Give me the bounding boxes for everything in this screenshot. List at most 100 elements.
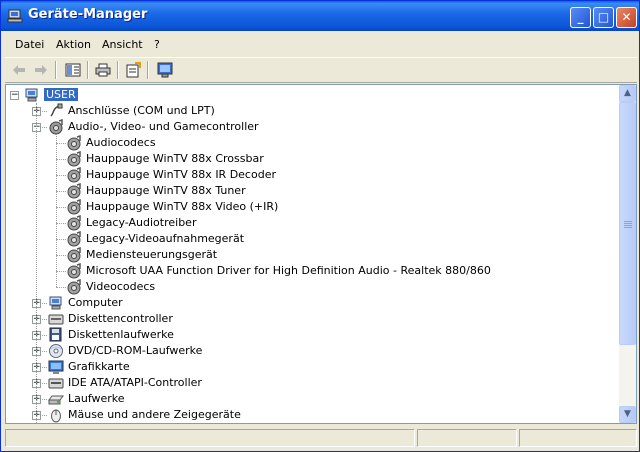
scroll-grip	[624, 221, 632, 222]
show-hide-tree-button[interactable]	[63, 61, 83, 79]
sound-device-icon	[67, 167, 81, 183]
tree-item-label: Laufwerke	[68, 392, 125, 405]
tree-item-label: Hauppauge WinTV 88x Video (+IR)	[86, 200, 279, 213]
computer-icon	[49, 296, 62, 310]
sound-device-icon	[67, 199, 81, 215]
menu-datei[interactable]: Datei	[15, 38, 44, 51]
tree-connector-horizontal	[56, 223, 66, 224]
scan-hardware-icon	[157, 62, 173, 78]
show-hide-console-tree-icon	[65, 63, 81, 77]
minimize-icon: _	[577, 10, 584, 24]
sound-device-icon	[67, 215, 81, 231]
tree-item-label: Grafikkarte	[68, 360, 130, 373]
print-button[interactable]	[93, 61, 113, 79]
close-icon: ✕	[621, 10, 632, 24]
sound-device-icon	[67, 135, 81, 151]
tree-connector-horizontal	[56, 271, 66, 272]
port-icon	[50, 103, 63, 117]
scroll-grip	[624, 227, 632, 228]
tree-item-label: Videocodecs	[86, 280, 156, 293]
scroll-up-arrow-icon: ▲	[624, 88, 631, 98]
menu-help[interactable]: ?	[154, 38, 160, 51]
toolbar	[5, 57, 637, 83]
tree-item-label: Audiocodecs	[86, 136, 156, 149]
computer-icon	[25, 88, 38, 102]
scan-hardware-button[interactable]	[155, 61, 175, 79]
tree-connector-vertical	[56, 131, 57, 287]
toolbar-separator	[147, 61, 149, 79]
toolbar-separator	[55, 61, 57, 79]
tree-item-label: Legacy-Videoaufnahmegerät	[86, 232, 245, 245]
properties-icon	[126, 62, 141, 78]
sound-device-icon	[67, 183, 81, 199]
status-bar	[5, 427, 637, 449]
floppy-controller-icon	[48, 314, 64, 325]
tree-item-label: Audio-, Video- und Gamecontroller	[68, 120, 259, 133]
forward-button[interactable]	[31, 61, 51, 79]
scroll-up-button[interactable]: ▲	[619, 85, 636, 102]
menu-ansicht[interactable]: Ansicht	[102, 38, 143, 51]
scroll-grip	[624, 223, 632, 224]
toolbar-separator	[117, 61, 119, 79]
tree-connector-horizontal	[56, 287, 66, 288]
tree-connector-horizontal	[56, 175, 66, 176]
forward-arrow-icon	[35, 65, 47, 75]
window-title: Geräte-Manager	[28, 7, 148, 22]
toolbar-separator	[87, 61, 89, 79]
back-button[interactable]	[9, 61, 29, 79]
tree-item-label: Computer	[68, 296, 123, 309]
title-bar[interactable]: Geräte-Manager _ □ ✕	[1, 1, 639, 31]
vertical-scrollbar[interactable]: ▲ ▼	[619, 85, 636, 423]
menu-bar: Datei Aktion Ansicht ?	[5, 34, 637, 56]
close-button[interactable]: ✕	[616, 7, 637, 28]
floppy-drive-icon	[49, 327, 62, 342]
back-arrow-icon	[13, 65, 25, 75]
tree-item-label: USER	[44, 88, 78, 101]
tree-connector-horizontal	[56, 159, 66, 160]
maximize-button[interactable]: □	[593, 7, 614, 28]
tree-item-label: Mediensteuerungsgerät	[86, 248, 218, 261]
maximize-icon: □	[597, 10, 610, 24]
minimize-button[interactable]: _	[570, 7, 591, 28]
tree-connector-vertical	[36, 103, 37, 423]
tree-connector-horizontal	[56, 239, 66, 240]
sound-device-icon	[67, 247, 81, 263]
sound-device-icon	[67, 279, 81, 295]
tree-item-label: Hauppauge WinTV 88x IR Decoder	[86, 168, 276, 181]
status-pane-3	[519, 429, 637, 447]
tree-item-label: Diskettencontroller	[68, 312, 173, 325]
tree-item-label: Anschlüsse (COM und LPT)	[68, 104, 215, 117]
tree-connector-horizontal	[56, 255, 66, 256]
sound-device-icon	[67, 151, 81, 167]
ide-controller-icon	[48, 378, 64, 389]
tree-item-label: Hauppauge WinTV 88x Crossbar	[86, 152, 264, 165]
tree-connector-horizontal	[56, 143, 66, 144]
scroll-down-button[interactable]: ▼	[619, 406, 636, 423]
tree-connector-horizontal	[56, 207, 66, 208]
tree-item-label: Microsoft UAA Function Driver for High D…	[86, 264, 491, 277]
tree-item-label: Diskettenlaufwerke	[68, 328, 174, 341]
tree-item-label: Legacy-Audiotreiber	[86, 216, 197, 229]
scroll-grip	[624, 225, 632, 226]
display-adapter-icon	[48, 360, 64, 374]
menu-aktion[interactable]: Aktion	[56, 38, 91, 51]
tree-item-label: Mäuse und andere Zeigegeräte	[68, 408, 241, 421]
status-pane-2	[417, 429, 517, 447]
cdrom-icon	[49, 344, 63, 358]
tree-connector-horizontal	[56, 191, 66, 192]
print-icon	[95, 63, 111, 77]
tree-item-label: DVD/CD-ROM-Laufwerke	[68, 344, 203, 357]
tree-expander-root[interactable]: −	[10, 91, 19, 100]
device-manager-window: Geräte-Manager _ □ ✕ Datei Aktion Ansich…	[0, 0, 640, 452]
scroll-down-arrow-icon: ▼	[624, 409, 631, 419]
tree-item-label: IDE ATA/ATAPI-Controller	[68, 376, 202, 389]
device-manager-app-icon	[7, 9, 23, 23]
device-tree[interactable]: ▲ ▼ − USER + Anschlüsse (COM und LPT) − Audio…	[5, 84, 637, 424]
scroll-thumb[interactable]	[619, 102, 636, 345]
mouse-icon	[51, 409, 61, 423]
status-pane-main	[5, 429, 415, 447]
properties-button[interactable]	[123, 61, 143, 79]
sound-device-icon	[67, 231, 81, 247]
disk-drive-icon	[48, 395, 64, 405]
sound-device-icon	[67, 263, 81, 279]
